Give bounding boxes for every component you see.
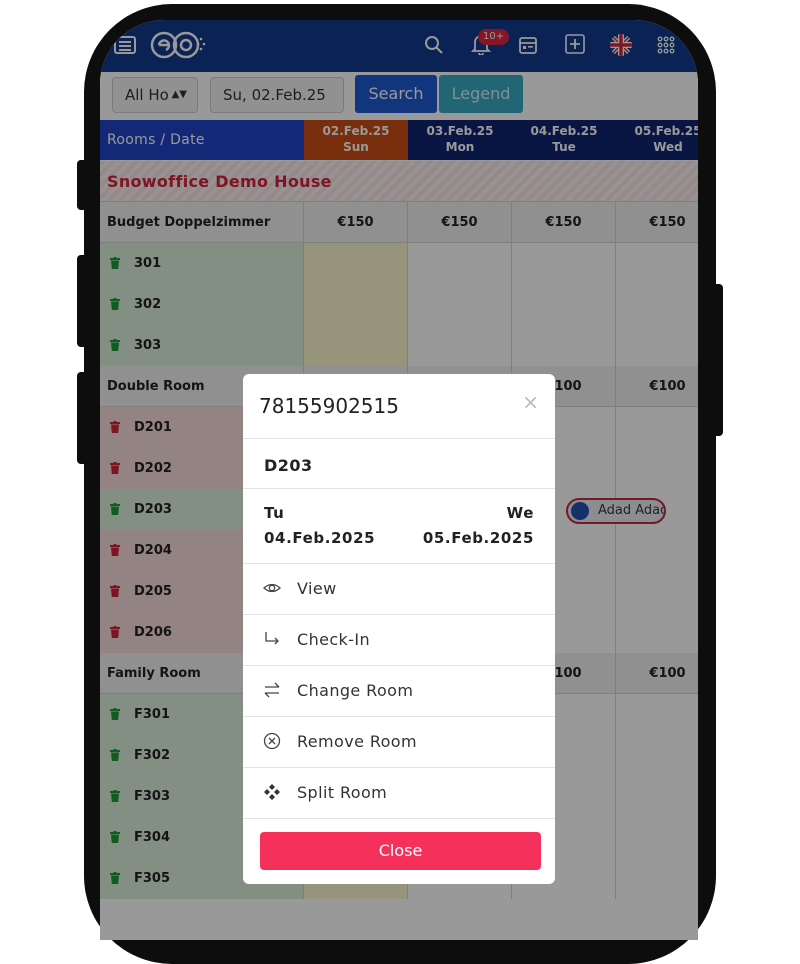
modal-close-icon[interactable]: × bbox=[522, 390, 539, 414]
divider bbox=[243, 438, 555, 439]
phone-volume-down-button bbox=[77, 372, 89, 464]
booking-number: 78155902515 bbox=[259, 394, 399, 418]
modal-room-name: D203 bbox=[264, 456, 313, 475]
phone-power-button bbox=[711, 284, 723, 436]
checkin-day: Tu bbox=[264, 504, 285, 522]
close-button[interactable]: Close bbox=[260, 832, 541, 870]
swap-arrows-icon bbox=[264, 682, 280, 698]
checkin-date: 04.Feb.2025 bbox=[264, 529, 376, 547]
action-label: Change Room bbox=[297, 681, 414, 700]
action-label: View bbox=[297, 579, 337, 598]
checkout-day: We bbox=[506, 504, 534, 522]
action-label: Split Room bbox=[297, 783, 388, 802]
arrow-turn-right-icon bbox=[265, 632, 279, 645]
booking-modal: 78155902515 × D203 Tu 04.Feb.2025 We 05.… bbox=[243, 374, 555, 884]
action-change-room[interactable]: Change Room bbox=[243, 666, 555, 716]
circle-x-icon bbox=[263, 732, 281, 750]
diamond-cluster-icon bbox=[264, 784, 280, 800]
phone-volume-up-button bbox=[77, 255, 89, 347]
phone-mute-button bbox=[77, 160, 89, 210]
divider bbox=[243, 818, 555, 819]
eye-icon bbox=[263, 583, 281, 593]
action-remove-room[interactable]: Remove Room bbox=[243, 717, 555, 767]
checkout-date: 05.Feb.2025 bbox=[422, 529, 534, 547]
action-split-room[interactable]: Split Room bbox=[243, 768, 555, 818]
action-label: Remove Room bbox=[297, 732, 417, 751]
divider bbox=[243, 488, 555, 489]
action-check-in[interactable]: Check-In bbox=[243, 615, 555, 665]
app-screen: 10+ All Ho ▲▼ Su, 02.Feb.25 Search Legen… bbox=[100, 20, 698, 940]
action-label: Check-In bbox=[297, 630, 371, 649]
action-view[interactable]: View bbox=[243, 564, 555, 614]
